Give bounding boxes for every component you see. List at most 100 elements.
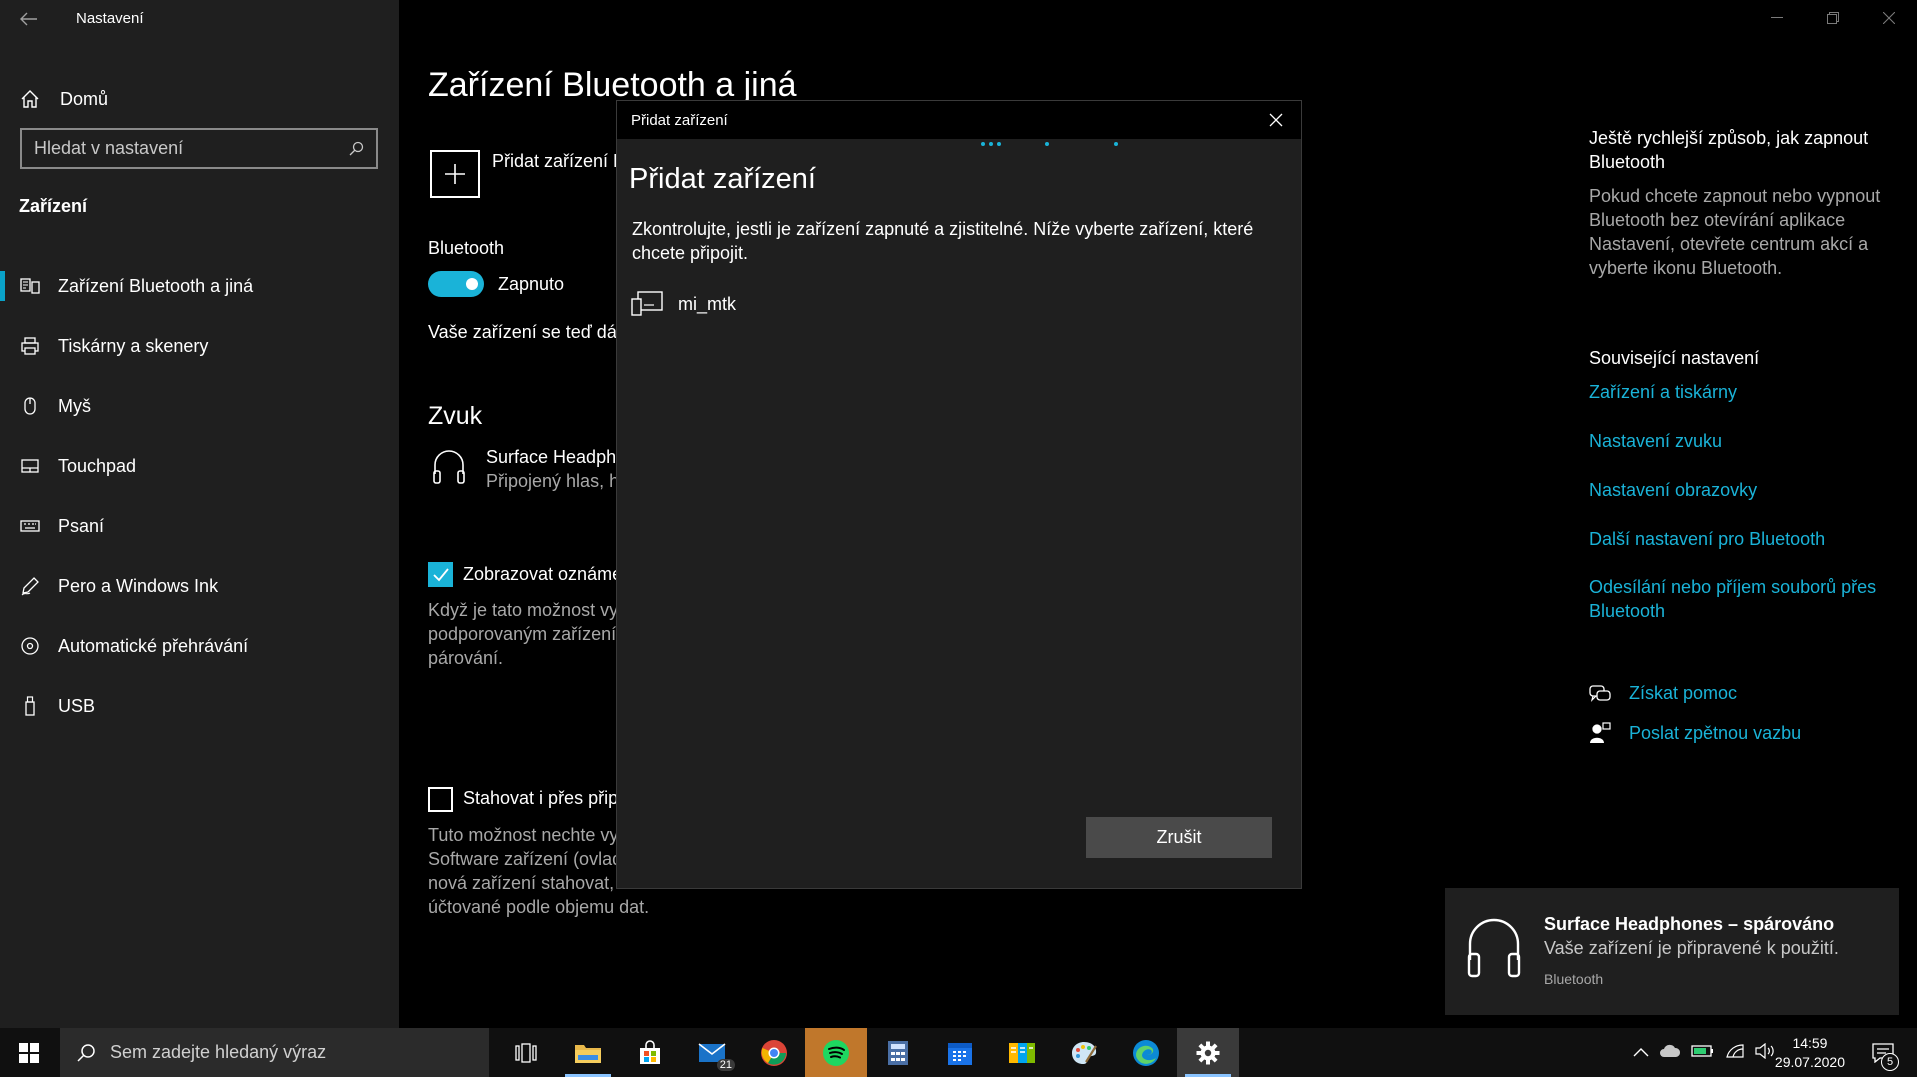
mail-button[interactable]: 21: [681, 1028, 743, 1077]
sidebar-item-label: Automatické přehrávání: [58, 635, 249, 656]
desc-line: podporovaným zařízením: [428, 624, 632, 644]
pen-icon: [21, 577, 39, 596]
sound-device-name[interactable]: Surface Headpho: [486, 447, 626, 468]
feedback-icon: [1590, 722, 1611, 743]
link-send-receive-files[interactable]: Odesílání nebo příjem souborů přes Bluet…: [1589, 575, 1889, 623]
task-view-button[interactable]: [495, 1028, 557, 1077]
toast-notification[interactable]: Surface Headphones – spárováno Vaše zaří…: [1445, 888, 1899, 1015]
link-display-settings[interactable]: Nastavení obrazovky: [1589, 478, 1889, 502]
notification-count: 5: [1881, 1053, 1899, 1071]
calendar-button[interactable]: [929, 1028, 991, 1077]
metered-download-checkbox[interactable]: [428, 787, 453, 812]
task-view-icon: [515, 1042, 537, 1063]
search-input[interactable]: [34, 138, 348, 159]
send-feedback-link[interactable]: Poslat zpětnou vazbu: [1589, 722, 1801, 744]
settings-search[interactable]: [20, 128, 378, 169]
edge-button[interactable]: [1115, 1028, 1177, 1077]
add-device-button[interactable]: [430, 150, 480, 198]
restore-button[interactable]: [1805, 0, 1861, 36]
battery-tray-button[interactable]: [1691, 1043, 1715, 1063]
checkmark-icon: [432, 567, 449, 581]
sidebar-item-mouse[interactable]: Myš: [0, 376, 399, 436]
taskbar: 21: [0, 1028, 1917, 1077]
news-button[interactable]: [991, 1028, 1053, 1077]
sidebar-item-typing[interactable]: Psaní: [0, 496, 399, 556]
onedrive-tray-button[interactable]: [1659, 1043, 1681, 1063]
progress-dot: [1114, 142, 1118, 146]
clock[interactable]: 14:59 29.07.2020: [1775, 1034, 1845, 1072]
sidebar-item-pen[interactable]: Pero a Windows Ink: [0, 556, 399, 616]
store-icon: [640, 1039, 660, 1064]
wifi-tray-button[interactable]: [1725, 1043, 1745, 1063]
headphones-icon: [1467, 918, 1521, 978]
close-button[interactable]: [1861, 0, 1917, 36]
desc-line: párování.: [428, 648, 504, 668]
show-notifications-checkbox[interactable]: [428, 562, 453, 587]
sidebar-nav: Zařízení Bluetooth a jiná Tiskárny a ske…: [0, 256, 399, 736]
spotify-icon: [823, 1039, 849, 1066]
tip-panel: Ještě rychlejší způsob, jak zapnout Blue…: [1589, 126, 1899, 280]
sidebar-item-printers[interactable]: Tiskárny a skenery: [0, 316, 399, 376]
link-more-bluetooth[interactable]: Další nastavení pro Bluetooth: [1589, 527, 1889, 551]
home-label: Domů: [60, 88, 109, 109]
progress-dot: [981, 142, 985, 146]
gear-icon: [1196, 1041, 1220, 1064]
keyboard-icon: [20, 520, 40, 532]
get-help-link[interactable]: Získat pomoc: [1589, 683, 1737, 704]
bluetooth-devices-icon: [20, 278, 40, 294]
taskbar-search[interactable]: [60, 1028, 489, 1077]
mail-badge: 21: [716, 1059, 735, 1071]
link-devices-printers[interactable]: Zařízení a tiskárny: [1589, 380, 1889, 404]
store-button[interactable]: [619, 1028, 681, 1077]
battery-icon: [1691, 1044, 1713, 1057]
close-icon: [1883, 12, 1895, 24]
sidebar-item-bluetooth[interactable]: Zařízení Bluetooth a jiná: [0, 256, 399, 316]
bluetooth-label: Bluetooth: [428, 238, 505, 258]
autoplay-icon: [21, 637, 39, 655]
spotify-button[interactable]: [805, 1028, 867, 1077]
mouse-icon: [24, 397, 36, 415]
app-title: Nastavení: [76, 10, 144, 27]
get-help-label[interactable]: Získat pomoc: [1629, 683, 1737, 704]
metered-download-label[interactable]: Stahovat i přes přip: [463, 788, 618, 809]
calculator-button[interactable]: [867, 1028, 929, 1077]
send-feedback-label[interactable]: Poslat zpětnou vazbu: [1629, 723, 1801, 744]
discoverable-text: Vaše zařízení se teď dá z: [428, 322, 631, 342]
minimize-button[interactable]: [1749, 0, 1805, 36]
show-hidden-icons-button[interactable]: [1633, 1044, 1649, 1061]
start-button[interactable]: [0, 1028, 58, 1077]
arrow-left-icon: [20, 12, 37, 26]
sidebar-item-touchpad[interactable]: Touchpad: [0, 436, 399, 496]
help-chat-icon: [1589, 684, 1611, 702]
search-icon[interactable]: [348, 141, 364, 157]
paint-button[interactable]: [1053, 1028, 1115, 1077]
minimize-icon: [1771, 17, 1783, 18]
action-center-button[interactable]: 5: [1863, 1028, 1903, 1077]
dialog-title-bar[interactable]: Přidat zařízení: [617, 101, 1301, 139]
volume-tray-button[interactable]: [1755, 1042, 1777, 1063]
sidebar-item-label: Myš: [58, 395, 91, 416]
home-link[interactable]: Domů: [0, 76, 399, 122]
dialog-heading: Přidat zařízení: [629, 163, 816, 195]
show-notifications-label[interactable]: Zobrazovat oznáme: [463, 564, 622, 585]
chrome-button[interactable]: [743, 1028, 805, 1077]
settings-taskbar-button[interactable]: [1177, 1028, 1239, 1077]
dialog-instruction: Zkontrolujte, jestli je zařízení zapnuté…: [632, 219, 1254, 263]
sidebar-item-usb[interactable]: USB: [0, 676, 399, 736]
dialog-close-button[interactable]: [1265, 109, 1287, 131]
desc-line: Když je tato možnost vyl: [428, 600, 623, 620]
sidebar-item-autoplay[interactable]: Automatické přehrávání: [0, 616, 399, 676]
printer-icon: [21, 337, 39, 355]
edge-icon: [1133, 1039, 1159, 1066]
device-name: mi_mtk: [678, 293, 736, 314]
device-list-item[interactable]: mi_mtk: [631, 291, 736, 317]
back-button[interactable]: [14, 6, 44, 32]
add-device-label[interactable]: Přidat zařízení B: [492, 151, 625, 172]
taskbar-search-input[interactable]: [110, 1042, 450, 1063]
cancel-button[interactable]: Zrušit: [1086, 817, 1272, 858]
sidebar-item-label: Psaní: [58, 515, 105, 536]
sidebar: Nastavení Domů Zařízení Zařízení Bluetoo…: [0, 0, 399, 1028]
bluetooth-toggle[interactable]: [428, 271, 484, 297]
link-sound-settings[interactable]: Nastavení zvuku: [1589, 429, 1889, 453]
file-explorer-button[interactable]: [557, 1028, 619, 1077]
